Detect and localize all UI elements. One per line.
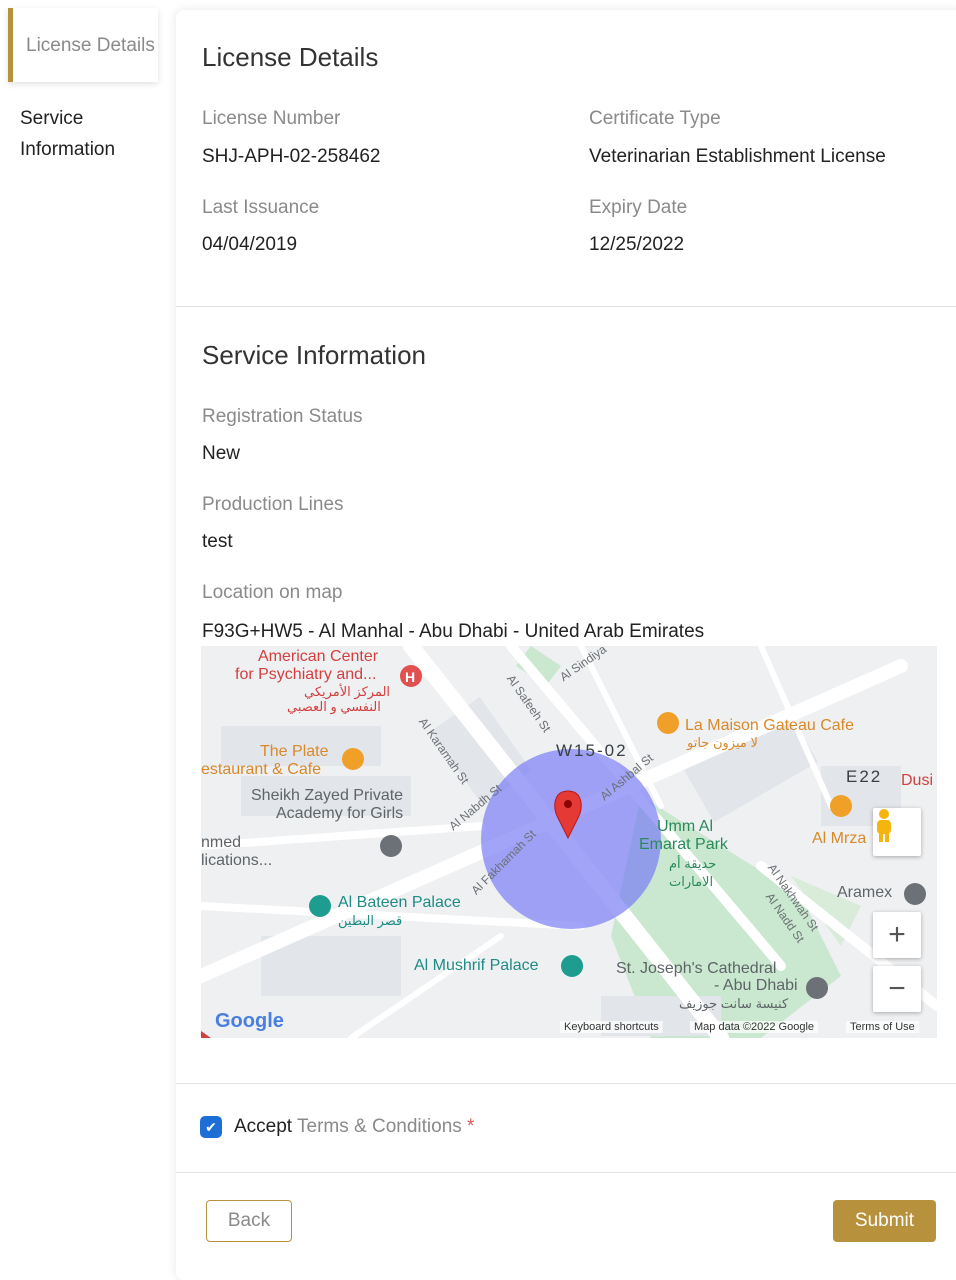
registration-status-label: Registration Status — [202, 406, 363, 427]
required-asterisk: * — [467, 1116, 475, 1137]
poi-american-center[interactable]: American Center — [258, 648, 378, 666]
certificate-type-label: Certificate Type — [589, 108, 721, 129]
terms-of-use-link[interactable]: Terms of Use — [846, 1021, 919, 1033]
poi-st-josephs[interactable]: St. Joseph's Cathedral — [616, 960, 776, 978]
area-label-e22: E22 — [846, 767, 883, 786]
sidebar-item-service-information[interactable]: Service Information — [20, 103, 170, 165]
divider — [176, 306, 956, 307]
license-details-title: License Details — [202, 42, 379, 72]
location-label: Location on map — [202, 582, 343, 603]
divider — [176, 1172, 956, 1173]
production-lines-label: Production Lines — [202, 494, 344, 515]
certificate-type-value: Veterinarian Establishment License — [589, 146, 886, 167]
poi-umm-al-emarat[interactable]: Umm Al — [657, 818, 713, 836]
poi-nmed: nmed — [201, 834, 242, 851]
svg-text:H: H — [405, 669, 415, 685]
accept-terms-label: Accept Terms & Conditions * — [234, 1116, 474, 1138]
zoom-in-button[interactable]: + — [873, 912, 921, 958]
google-logo[interactable]: Google — [215, 1011, 284, 1031]
poi-sheikh-zayed[interactable]: Sheikh Zayed Private — [251, 787, 403, 805]
poi-al-mushrif-palace[interactable]: Al Mushrif Palace — [414, 957, 539, 975]
poi-umm-al-emarat-arabic: حديقة أم الامارات — [669, 856, 717, 889]
accept-terms-checkbox[interactable]: ✔ — [200, 1116, 222, 1138]
sidebar-item-license-details[interactable]: License Details — [8, 8, 158, 82]
expiry-date-label: Expiry Date — [589, 197, 688, 218]
pegman-icon[interactable] — [873, 808, 921, 856]
sidebar: License Details Service Information — [0, 0, 165, 1268]
poi-the-plate[interactable]: The Plate — [260, 743, 328, 761]
keyboard-shortcuts-link[interactable]: Keyboard shortcuts — [560, 1021, 663, 1033]
poi-aramex: Aramex — [837, 884, 893, 901]
area-label-w15: W15-02 — [556, 741, 628, 760]
map-data-attribution: Map data ©2022 Google — [690, 1021, 819, 1033]
poi-nmed-line2: lications... — [201, 852, 273, 869]
poi-st-josephs-line2: - Abu Dhabi — [714, 977, 798, 994]
service-information-title: Service Information — [202, 340, 426, 370]
poi-american-center-arabic-2: النفسي و العصبي — [287, 699, 381, 714]
back-button[interactable]: Back — [206, 1200, 292, 1242]
registration-status-value: New — [202, 443, 241, 464]
poi-la-maison[interactable]: La Maison Gateau Cafe — [685, 717, 854, 735]
terms-link[interactable]: Terms & Conditions — [297, 1116, 462, 1137]
license-number-label: License Number — [202, 108, 341, 129]
submit-button[interactable]: Submit — [833, 1200, 936, 1242]
poi-al-bateen-arabic: قصر البطين — [338, 913, 403, 928]
divider — [176, 1083, 956, 1084]
accept-text: Accept — [234, 1116, 293, 1137]
poi-sheikh-zayed-line2: Academy for Girls — [276, 805, 404, 822]
poi-the-plate-line2: estaurant & Cafe — [201, 761, 322, 778]
poi-al-mrza: Al Mrza — [812, 830, 867, 847]
last-issuance-value: 04/04/2019 — [202, 234, 298, 255]
production-lines-value: test — [202, 531, 233, 552]
location-map[interactable]: H American Center for Psychiatry and... … — [201, 646, 937, 1038]
poi-st-josephs-arabic: كنيسة سانت جوزيف — [679, 996, 789, 1011]
poi-la-maison-arabic: لا ميزون جاتو — [687, 735, 758, 750]
location-value: F93G+HW5 - Al Manhal - Abu Dhabi - Unite… — [202, 621, 705, 642]
poi-umm-al-emarat-line2: Emarat Park — [639, 836, 728, 853]
poi-dusi: Dusi — [901, 772, 934, 789]
sidebar-item-label: License Details — [26, 34, 155, 56]
license-number-value: SHJ-APH-02-258462 — [202, 146, 381, 167]
zoom-out-button[interactable]: − — [873, 966, 921, 1012]
expiry-date-value: 12/25/2022 — [589, 234, 685, 255]
form-card: License Details License Number SHJ-APH-0… — [176, 10, 956, 1280]
poi-american-center-line2: for Psychiatry and... — [235, 666, 377, 683]
poi-al-bateen-palace[interactable]: Al Bateen Palace — [338, 894, 461, 912]
sidebar-item-label: Service Information — [20, 108, 116, 160]
last-issuance-label: Last Issuance — [202, 197, 320, 218]
